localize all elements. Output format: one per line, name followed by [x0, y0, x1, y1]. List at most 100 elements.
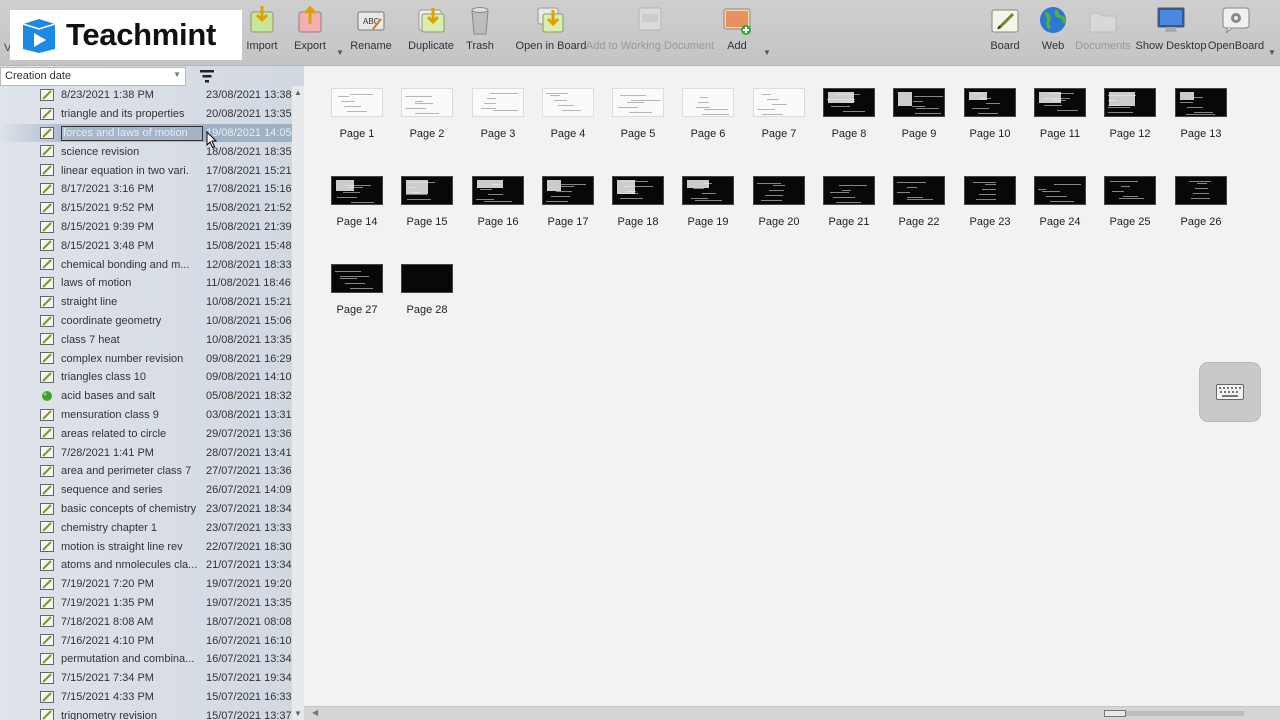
page-thumbnail[interactable]: Page 20 [744, 176, 814, 228]
page-thumbnail[interactable]: Page 17 [533, 176, 603, 228]
document-list-item[interactable]: areas related to circle 29/07/2021 13:36 [0, 424, 292, 443]
document-list-item[interactable]: 7/28/2021 1:41 PM 28/07/2021 13:41 [0, 443, 292, 462]
export-label: Export [294, 40, 326, 52]
document-list-item[interactable]: area and perimeter class 7 27/07/2021 13:… [0, 462, 292, 481]
document-date: 17/08/2021 15:16 [206, 183, 292, 196]
page-thumbnail[interactable]: Page 6 [673, 88, 743, 140]
sort-order-icon[interactable] [199, 68, 215, 84]
document-list-item[interactable]: 7/19/2021 1:35 PM 19/07/2021 13:35 [0, 594, 292, 613]
page-thumbnail[interactable]: Page 3 [463, 88, 533, 140]
page-thumbnail[interactable]: Page 28 [392, 264, 462, 316]
document-list-item[interactable]: 8/15/2021 9:52 PM 15/08/2021 21:52 [0, 199, 292, 218]
document-icon [40, 107, 54, 120]
page-thumbnail[interactable]: Page 13 [1166, 88, 1236, 140]
document-list-scrollbar[interactable]: ▲ ▼ [292, 86, 304, 720]
document-list-item[interactable]: 8/15/2021 3:48 PM 15/08/2021 15:48 [0, 236, 292, 255]
document-list-item[interactable]: linear equation in two vari. 17/08/2021 1… [0, 161, 292, 180]
page-thumbnail[interactable]: Page 7 [744, 88, 814, 140]
page-thumbnail[interactable]: Page 10 [955, 88, 1025, 140]
document-list-item[interactable]: 8/17/2021 3:16 PM 17/08/2021 15:16 [0, 180, 292, 199]
page-preview-image [612, 88, 664, 117]
export-icon [294, 4, 326, 36]
pages-horizontal-scrollbar[interactable]: ◀ [304, 706, 1280, 720]
document-name: chemistry chapter 1 [61, 521, 157, 534]
page-thumbnail[interactable]: Page 19 [673, 176, 743, 228]
document-name: sequence and series [61, 484, 163, 497]
document-list-item[interactable]: coordinate geometry 10/08/2021 15:06 [0, 312, 292, 331]
page-thumbnail[interactable]: Page 27 [322, 264, 392, 316]
document-icon [40, 295, 54, 308]
document-list-item[interactable]: chemistry chapter 1 23/07/2021 13:33 [0, 518, 292, 537]
page-label: Page 20 [758, 216, 800, 228]
document-list-item[interactable]: sequence and series 26/07/2021 14:09 [0, 481, 292, 500]
sort-by-select[interactable]: Creation date ▼ [0, 67, 186, 86]
document-list-item[interactable]: 7/19/2021 7:20 PM 19/07/2021 19:20 [0, 575, 292, 594]
document-list-item[interactable]: motion is straight line rev 22/07/2021 18… [0, 537, 292, 556]
document-list-item[interactable]: complex number revision 09/08/2021 16:29 [0, 349, 292, 368]
document-list-item[interactable]: triangle and its properties 20/08/2021 13… [0, 105, 292, 124]
openboard-button[interactable]: OpenBoard [1191, 4, 1280, 62]
keyboard-icon [1216, 384, 1244, 400]
document-date: 20/08/2021 13:35 [206, 108, 292, 121]
document-icon [40, 126, 54, 139]
document-list-item[interactable]: 7/15/2021 4:33 PM 15/07/2021 16:33 [0, 688, 292, 707]
page-thumbnail[interactable]: Page 14 [322, 176, 392, 228]
document-list-item[interactable]: class 7 heat 10/08/2021 13:35 [0, 330, 292, 349]
document-list-item[interactable]: 8/23/2021 1:38 PM 23/08/2021 13:38 [0, 86, 292, 105]
page-thumbnail[interactable]: Page 2 [392, 88, 462, 140]
page-preview-image [331, 264, 383, 293]
document-list-item[interactable]: triangles class 10 09/08/2021 14:10 [0, 368, 292, 387]
scroll-down-icon[interactable]: ▼ [294, 709, 302, 718]
scroll-left-icon[interactable]: ◀ [312, 708, 318, 717]
document-list-item[interactable]: 8/15/2021 9:39 PM 15/08/2021 21:39 [0, 218, 292, 237]
document-icon [40, 652, 54, 665]
page-thumbnail[interactable]: Page 11 [1025, 88, 1095, 140]
page-thumbnail[interactable]: Page 4 [533, 88, 603, 140]
page-thumbnail[interactable]: Page 22 [884, 176, 954, 228]
page-thumbnail[interactable]: Page 12 [1095, 88, 1165, 140]
document-icon [40, 182, 54, 195]
virtual-keyboard-button[interactable] [1199, 362, 1261, 422]
document-list-item[interactable]: straight line 10/08/2021 15:21 [0, 293, 292, 312]
document-list-item[interactable]: 7/18/2021 8:08 AM 18/07/2021 08:08 [0, 612, 292, 631]
page-thumbnail[interactable]: Page 21 [814, 176, 884, 228]
document-list-item[interactable]: science revision 18/08/2021 18:35 [0, 142, 292, 161]
add-to-document-icon [634, 4, 666, 36]
page-thumbnail[interactable]: Page 26 [1166, 176, 1236, 228]
document-list-item[interactable]: 7/15/2021 7:34 PM 15/07/2021 19:34 [0, 669, 292, 688]
folder-icon [1087, 4, 1119, 36]
page-thumbnail[interactable]: Page 24 [1025, 176, 1095, 228]
page-thumbnail[interactable]: Page 16 [463, 176, 533, 228]
document-list-item[interactable]: laws of motion 11/08/2021 18:46 [0, 274, 292, 293]
openboard-dropdown-arrow-icon[interactable]: ▼ [1268, 48, 1276, 57]
document-list-item[interactable]: mensuration class 9 03/08/2021 13:31 [0, 406, 292, 425]
document-list-item[interactable]: trignometry revision 15/07/2021 13:37 [0, 706, 292, 720]
add-dropdown-arrow-icon[interactable]: ▼ [763, 48, 771, 57]
page-thumbnail[interactable]: Page 23 [955, 176, 1025, 228]
document-list-item[interactable]: atoms and nmolecules cla... 21/07/2021 13… [0, 556, 292, 575]
page-thumbnail[interactable]: Page 8 [814, 88, 884, 140]
scrollbar-thumb[interactable] [1104, 710, 1126, 717]
document-list-item[interactable]: basic concepts of chemistry 23/07/2021 18… [0, 500, 292, 519]
page-thumbnail[interactable]: Page 1 [322, 88, 392, 140]
document-icon [40, 408, 54, 421]
document-icon [40, 427, 54, 440]
page-thumbnail[interactable]: Page 18 [603, 176, 673, 228]
scroll-up-icon[interactable]: ▲ [294, 88, 302, 97]
document-list-item[interactable]: forces and laws of motion 19/08/2021 14:0… [0, 123, 292, 143]
page-thumbnail[interactable]: Page 15 [392, 176, 462, 228]
page-thumbnail[interactable]: Page 25 [1095, 176, 1165, 228]
page-label: Page 19 [687, 216, 729, 228]
document-list-item[interactable]: 7/16/2021 4:10 PM 16/07/2021 16:10 [0, 631, 292, 650]
document-list-item[interactable]: acid bases and salt 05/08/2021 18:32 [0, 387, 292, 406]
document-name: science revision [61, 145, 140, 158]
page-thumbnail[interactable]: Page 9 [884, 88, 954, 140]
add-to-working-document-button[interactable]: Add to Working Document [586, 4, 714, 62]
document-icon [40, 521, 54, 534]
document-list-item[interactable]: chemical bonding and m... 12/08/2021 18:3… [0, 255, 292, 274]
document-list-item[interactable]: permutation and combina... 16/07/2021 13:… [0, 650, 292, 669]
page-thumbnail[interactable]: Page 5 [603, 88, 673, 140]
open-in-board-button[interactable]: Open in Board [506, 4, 596, 62]
page-preview-image [1034, 88, 1086, 117]
document-name: complex number revision [61, 352, 184, 365]
